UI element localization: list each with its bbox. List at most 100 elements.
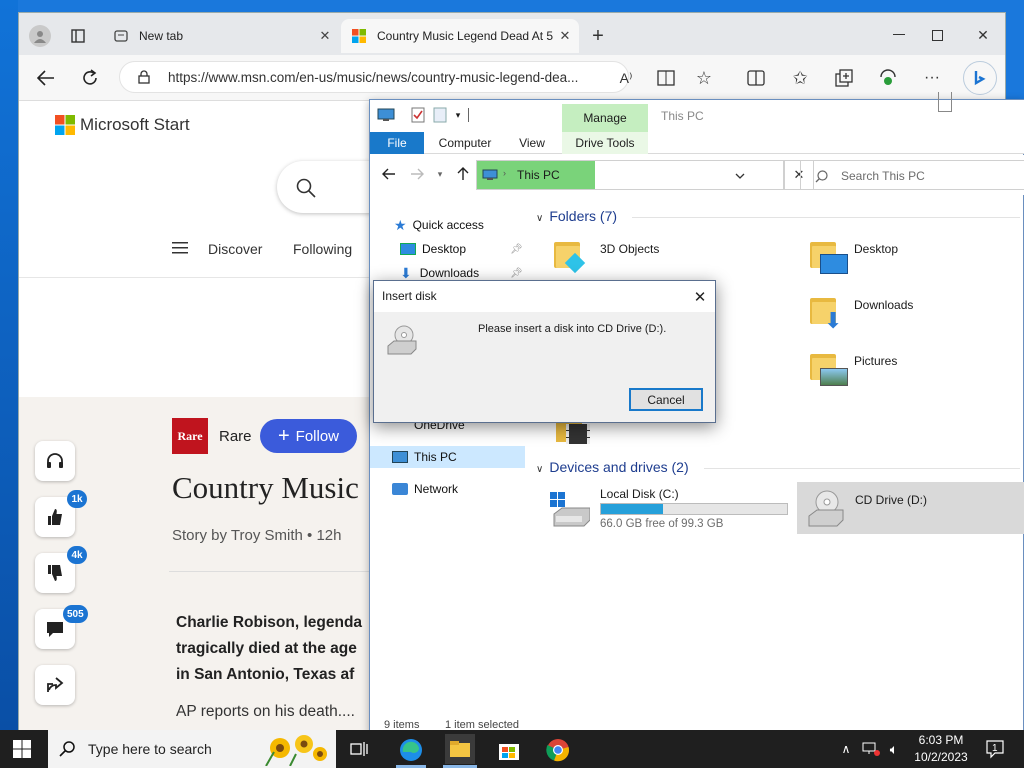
network-status-icon[interactable]: [860, 740, 882, 758]
tab-view[interactable]: View: [510, 132, 554, 154]
notifications-icon[interactable]: 1: [984, 738, 1006, 760]
explorer-navigation: ▾ › This PC ✕ Search This PC: [370, 155, 1024, 195]
volume-muted-icon[interactable]: 🔈︎: [884, 740, 904, 758]
nav-following[interactable]: Following: [293, 241, 352, 257]
drive-label: CD Drive (D:): [855, 493, 927, 507]
back-icon[interactable]: [380, 165, 398, 183]
minimize-icon[interactable]: [889, 25, 909, 45]
tree-quick-access[interactable]: ★ Quick access: [394, 214, 484, 236]
cd-drive-icon: [807, 488, 845, 528]
folder-item-desktop[interactable]: Desktop: [810, 238, 1010, 278]
manage-context-tab[interactable]: Manage: [562, 104, 648, 132]
breadcrumb-this-pc[interactable]: This PC: [517, 168, 560, 182]
tab-file[interactable]: File: [370, 132, 424, 154]
more-options-icon[interactable]: ···: [921, 67, 943, 89]
store-taskbar-icon[interactable]: [496, 737, 522, 763]
listen-button[interactable]: [35, 441, 75, 481]
back-icon[interactable]: [35, 67, 57, 89]
forward-icon[interactable]: [408, 165, 426, 183]
share-button[interactable]: [35, 665, 75, 705]
split-screen-icon[interactable]: [745, 67, 767, 89]
folders-heading[interactable]: ∨ Folders (7): [536, 208, 617, 224]
new-folder-icon[interactable]: [432, 106, 448, 124]
bing-copilot-icon[interactable]: [963, 61, 997, 95]
tree-this-pc[interactable]: This PC: [370, 446, 525, 468]
microsoft-start-brand[interactable]: Microsoft Start: [80, 115, 190, 135]
ribbon-tabs: File Computer View Drive Tools: [370, 132, 1024, 154]
start-windows-icon[interactable]: [10, 738, 34, 760]
task-view-icon[interactable]: [348, 739, 370, 759]
chevron-down-icon[interactable]: [733, 169, 747, 183]
up-icon[interactable]: [454, 165, 472, 183]
immersive-reader-icon[interactable]: [655, 67, 677, 89]
publisher-name[interactable]: Rare: [219, 428, 252, 445]
profile-avatar-icon[interactable]: [29, 25, 51, 47]
tab-computer[interactable]: Computer: [432, 132, 498, 154]
file-explorer-taskbar-icon[interactable]: [445, 734, 475, 764]
collections-icon[interactable]: [833, 67, 855, 89]
divider: [704, 468, 1020, 469]
favorites-icon[interactable]: ✩: [789, 67, 811, 89]
sunflower-decoration-icon: [260, 732, 334, 767]
tree-label: Network: [414, 482, 459, 496]
show-hidden-icons-icon[interactable]: ∧: [838, 740, 854, 758]
dialog-body: Please insert a disk into CD Drive (D:).…: [374, 312, 715, 422]
browser-essentials-icon[interactable]: [877, 67, 899, 89]
tree-network[interactable]: Network: [392, 478, 458, 500]
maximize-icon[interactable]: [927, 25, 947, 45]
clock-date[interactable]: 10/2/2023: [912, 750, 970, 764]
drive-item-cd-drive[interactable]: CD Drive (D:): [797, 482, 1024, 534]
folder-item-pictures[interactable]: Pictures: [810, 350, 1010, 390]
clock-time[interactable]: 6:03 PM: [918, 733, 964, 747]
maximize-restore-icon[interactable]: [938, 92, 952, 112]
thumbs-up-icon: [48, 509, 62, 525]
lead-line: tragically died at the age: [176, 640, 357, 657]
tab-actions-icon[interactable]: [69, 27, 87, 45]
refresh-icon[interactable]: [79, 67, 101, 89]
search-box[interactable]: Search This PC: [800, 160, 1024, 190]
tab-country-music[interactable]: Country Music Legend Dead At 5 ✕: [341, 19, 579, 53]
hamburger-menu-icon[interactable]: [171, 239, 189, 257]
chrome-taskbar-icon[interactable]: [545, 737, 571, 763]
cancel-button[interactable]: Cancel: [629, 388, 703, 411]
edge-taskbar-icon[interactable]: [398, 737, 424, 763]
taskbar-search-box[interactable]: Type here to search: [48, 730, 336, 768]
recent-locations-icon[interactable]: ▾: [434, 165, 446, 183]
folder-icon: ⬇: [810, 294, 844, 333]
read-aloud-icon[interactable]: A⁾: [615, 67, 637, 89]
customize-quick-access-icon[interactable]: ▾: [452, 108, 464, 122]
drive-item-local-disk[interactable]: Local Disk (C:) 66.0 GB free of 99.3 GB: [546, 482, 792, 534]
drive-usage-fill: [601, 504, 664, 514]
search-icon: [58, 740, 76, 758]
headphones-icon: [47, 453, 63, 468]
tab-drive-tools[interactable]: Drive Tools: [562, 132, 648, 154]
pin-icon[interactable]: 📌︎: [510, 244, 523, 255]
new-tab-button[interactable]: +: [587, 25, 609, 47]
close-tab-icon[interactable]: ✕: [557, 28, 573, 44]
taskbar: Type here to search ∧ 🔈︎ 6:03 PM 10/2/20…: [0, 730, 1024, 768]
pin-icon[interactable]: 📌︎: [510, 268, 523, 279]
follow-button[interactable]: + Follow: [260, 419, 357, 453]
close-window-icon[interactable]: ✕: [973, 25, 993, 45]
address-bar[interactable]: › This PC: [476, 160, 784, 190]
folder-item-downloads[interactable]: ⬇ Downloads: [810, 294, 1010, 334]
devices-heading[interactable]: ∨ Devices and drives (2): [536, 459, 689, 475]
favorite-star-icon[interactable]: ☆: [693, 67, 715, 89]
lock-icon[interactable]: [136, 69, 152, 85]
address-bar[interactable]: https://www.msn.com/en-us/music/news/cou…: [119, 61, 629, 93]
desktop-background-left: [0, 0, 18, 730]
tree-label: This PC: [414, 450, 457, 464]
drive-usage-bar: [600, 503, 788, 515]
properties-icon[interactable]: [410, 106, 426, 124]
article-body-line: AP reports on his death....: [176, 703, 355, 720]
tree-desktop[interactable]: Desktop 📌︎: [400, 238, 523, 260]
tab-new-tab[interactable]: New tab ✕: [107, 19, 339, 53]
tab-strip: New tab ✕ Country Music Legend Dead At 5…: [19, 13, 1005, 55]
follow-label: Follow: [295, 427, 340, 445]
nav-discover[interactable]: Discover: [208, 241, 262, 257]
close-tab-icon[interactable]: ✕: [317, 28, 333, 44]
explorer-titlebar: ▾ Manage This PC: [370, 92, 1024, 132]
close-dialog-icon[interactable]: ✕: [690, 287, 710, 307]
folder-item-3d-objects[interactable]: 3D Objects: [554, 238, 754, 278]
desktop-background: [0, 0, 1024, 12]
